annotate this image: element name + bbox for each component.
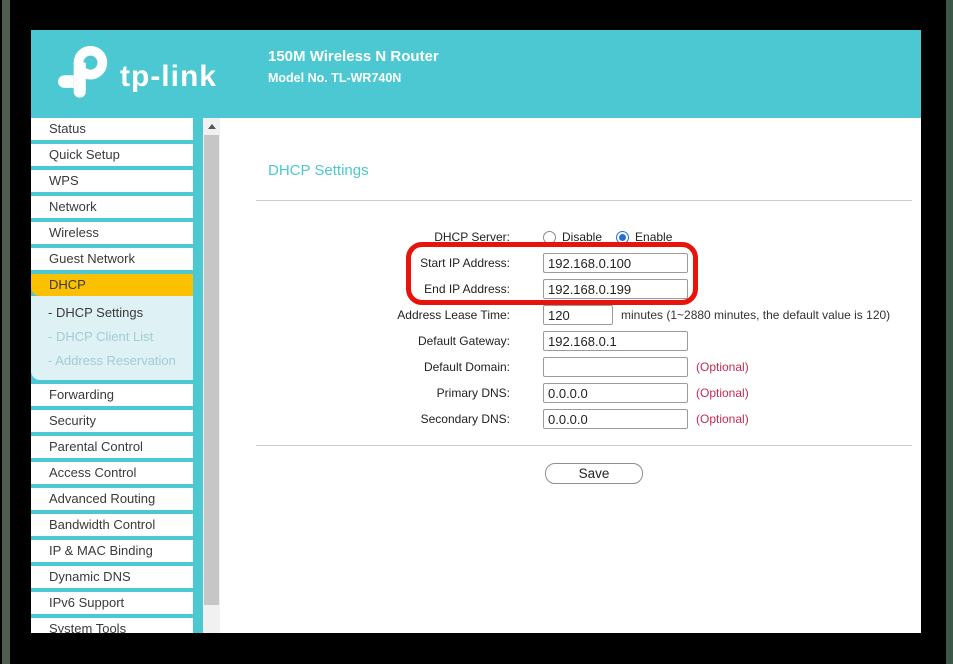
sidebar-nav: Status Quick Setup WPS Network Wireless … (31, 118, 203, 633)
default-gateway-row: Default Gateway: (220, 328, 921, 354)
main-content: DHCP Settings DHCP Server: Disable Enabl… (220, 118, 921, 633)
tp-link-logo-icon (55, 44, 111, 100)
header-bar: tp-link 150M Wireless N Router Model No.… (31, 30, 921, 118)
desktop-background: tp-link 150M Wireless N Router Model No.… (0, 0, 953, 664)
start-ip-row: Start IP Address: (220, 250, 921, 276)
lease-time-input[interactable] (543, 305, 613, 325)
dhcp-server-disable-radio[interactable] (543, 231, 556, 244)
tp-link-logo: tp-link (55, 44, 217, 100)
title-divider (256, 200, 912, 201)
sidebar-item-forwarding[interactable]: Forwarding (31, 384, 193, 406)
dhcp-server-row: DHCP Server: Disable Enable (220, 224, 921, 250)
save-button[interactable]: Save (545, 463, 643, 484)
primary-dns-label: Primary DNS: (220, 386, 510, 400)
sidebar-item-system-tools[interactable]: System Tools (31, 618, 193, 633)
default-domain-input[interactable] (543, 357, 688, 377)
sidebar-item-security[interactable]: Security (31, 410, 193, 432)
dhcp-submenu: - DHCP Settings - DHCP Client List - Add… (31, 296, 193, 380)
primary-dns-optional-note: (Optional) (696, 386, 749, 400)
sidebar-item-wireless[interactable]: Wireless (31, 222, 193, 244)
secondary-dns-label: Secondary DNS: (220, 412, 510, 426)
scroll-up-icon (208, 124, 216, 129)
sidebar-item-ipv6-support[interactable]: IPv6 Support (31, 592, 193, 614)
sidebar-item-quick-setup[interactable]: Quick Setup (31, 144, 193, 166)
start-ip-label: Start IP Address: (220, 256, 510, 270)
dhcp-server-enable-label[interactable]: Enable (635, 230, 672, 244)
sidebar-item-wps[interactable]: WPS (31, 170, 193, 192)
page-title: DHCP Settings (268, 162, 369, 179)
dhcp-settings-form: DHCP Server: Disable Enable Start IP Add… (220, 224, 921, 432)
sidebar-item-dhcp-settings[interactable]: - DHCP Settings (31, 301, 193, 325)
sidebar-item-dhcp-client-list[interactable]: - DHCP Client List (31, 325, 193, 349)
sidebar-item-status[interactable]: Status (31, 118, 193, 140)
secondary-dns-input[interactable] (543, 409, 688, 429)
lease-time-row: Address Lease Time: minutes (1~2880 minu… (220, 302, 921, 328)
desktop-edge-left (2, 0, 10, 664)
end-ip-label: End IP Address: (220, 282, 510, 296)
default-domain-label: Default Domain: (220, 360, 510, 374)
sidebar-item-advanced-routing[interactable]: Advanced Routing (31, 488, 193, 510)
sidebar-item-dynamic-dns[interactable]: Dynamic DNS (31, 566, 193, 588)
sidebar-item-address-reservation[interactable]: - Address Reservation (31, 349, 193, 373)
sidebar-item-network[interactable]: Network (31, 196, 193, 218)
sidebar-item-bandwidth-control[interactable]: Bandwidth Control (31, 514, 193, 536)
dhcp-server-enable-radio[interactable] (616, 231, 629, 244)
logo-wordmark: tp-link (120, 60, 217, 94)
sidebar-item-ip-mac-binding[interactable]: IP & MAC Binding (31, 540, 193, 562)
lease-time-label: Address Lease Time: (220, 308, 510, 322)
scrollbar-track[interactable] (203, 118, 220, 633)
secondary-dns-row: Secondary DNS: (Optional) (220, 406, 921, 432)
lease-time-note: minutes (1~2880 minutes, the default val… (621, 308, 890, 322)
sidebar-item-guest-network[interactable]: Guest Network (31, 248, 193, 270)
default-domain-row: Default Domain: (Optional) (220, 354, 921, 380)
end-ip-row: End IP Address: (220, 276, 921, 302)
desktop-edge-right (946, 0, 953, 664)
secondary-dns-optional-note: (Optional) (696, 412, 749, 426)
router-model: Model No. TL-WR740N (268, 71, 439, 85)
sidebar-item-dhcp[interactable]: DHCP (31, 274, 193, 296)
primary-dns-row: Primary DNS: (Optional) (220, 380, 921, 406)
sidebar-item-parental-control[interactable]: Parental Control (31, 436, 193, 458)
default-gateway-label: Default Gateway: (220, 334, 510, 348)
router-admin-window: tp-link 150M Wireless N Router Model No.… (31, 30, 921, 633)
dhcp-server-disable-label[interactable]: Disable (562, 230, 602, 244)
primary-dns-input[interactable] (543, 383, 688, 403)
scrollbar-thumb[interactable] (204, 135, 219, 605)
sidebar-item-access-control[interactable]: Access Control (31, 462, 193, 484)
default-gateway-input[interactable] (543, 331, 688, 351)
footer-divider (256, 445, 912, 446)
end-ip-input[interactable] (543, 279, 688, 299)
router-title: 150M Wireless N Router (268, 48, 439, 65)
scroll-up-button[interactable] (203, 118, 220, 135)
dhcp-server-label: DHCP Server: (220, 230, 510, 244)
start-ip-input[interactable] (543, 253, 688, 273)
default-domain-optional-note: (Optional) (696, 360, 749, 374)
